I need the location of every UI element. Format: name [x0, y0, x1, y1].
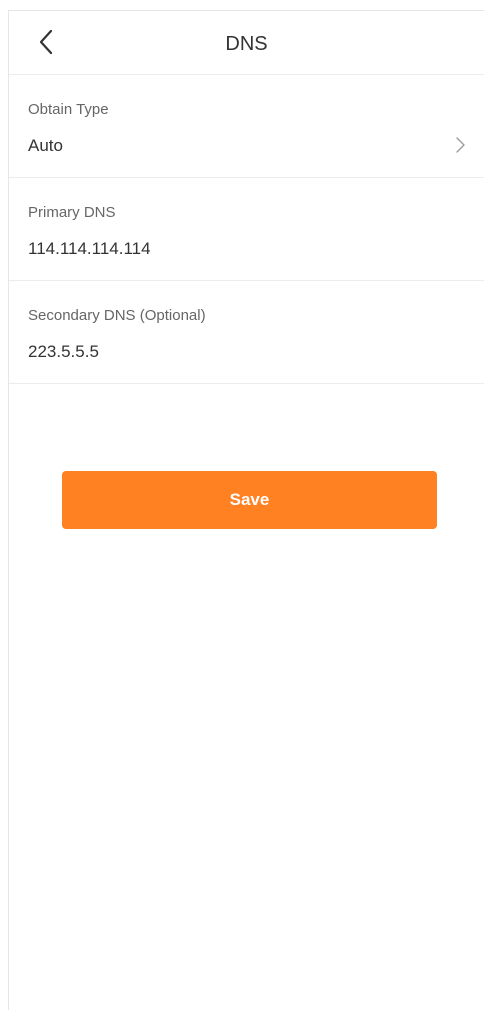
top-bar: DNS [9, 11, 484, 75]
primary-dns-value[interactable]: 114.114.114.114 [28, 237, 151, 261]
chevron-right-icon [456, 137, 465, 153]
primary-dns-label: Primary DNS [28, 204, 116, 221]
primary-dns-field[interactable]: Primary DNS 114.114.114.114 [9, 178, 484, 281]
obtain-type-row[interactable]: Obtain Type Auto [9, 75, 484, 178]
secondary-dns-value[interactable]: 223.5.5.5 [28, 340, 99, 364]
obtain-type-label: Obtain Type [28, 101, 109, 118]
secondary-dns-field[interactable]: Secondary DNS (Optional) 223.5.5.5 [9, 281, 484, 384]
dns-settings-screen: DNS Obtain Type Auto Primary DNS 114.114… [8, 10, 484, 1010]
save-button[interactable]: Save [62, 471, 437, 529]
obtain-type-value: Auto [28, 136, 63, 155]
secondary-dns-label: Secondary DNS (Optional) [28, 307, 206, 324]
page-title: DNS [225, 33, 268, 55]
